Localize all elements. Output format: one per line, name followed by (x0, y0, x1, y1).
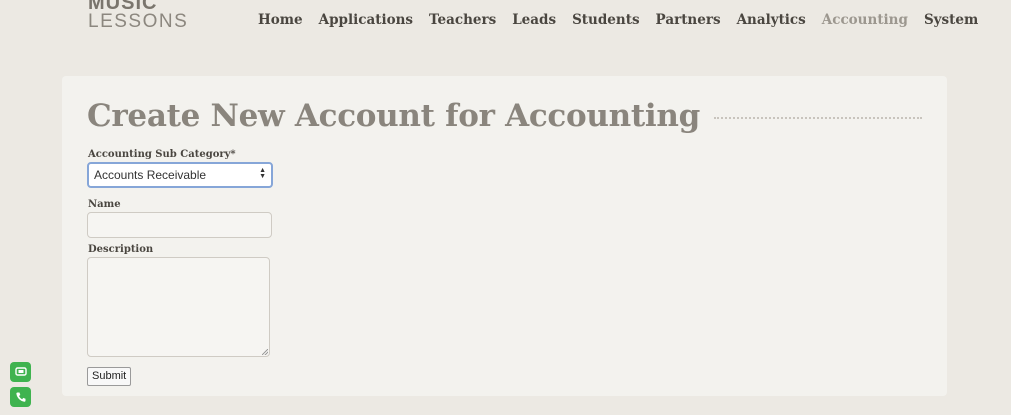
nav-leads[interactable]: Leads (512, 12, 556, 32)
nav-system[interactable]: System (924, 12, 978, 32)
subcategory-label: Accounting Sub Category* (88, 149, 236, 160)
subcategory-selected-value: Accounts Receivable (94, 168, 207, 182)
title-divider (713, 117, 922, 119)
logo[interactable]: MUSIC LESSONS (88, 0, 208, 30)
title-row: Create New Account for Accounting (87, 94, 922, 138)
nav-applications[interactable]: Applications (319, 12, 413, 32)
nav-accounting[interactable]: Accounting (822, 12, 908, 32)
main-nav: Home Applications Teachers Leads Student… (258, 12, 994, 32)
select-arrows-icon: ▲ ▼ (259, 167, 266, 180)
description-field[interactable] (87, 257, 270, 357)
logo-line-2: LESSONS (88, 11, 189, 31)
nav-home[interactable]: Home (258, 12, 303, 32)
subcategory-select[interactable]: Accounts Receivable ▲ ▼ (87, 162, 273, 188)
resize-grip-icon[interactable] (262, 349, 268, 355)
nav-students[interactable]: Students (572, 12, 639, 32)
submit-button[interactable]: Submit (87, 367, 132, 386)
phone-icon[interactable] (10, 387, 31, 407)
name-label: Name (88, 199, 121, 210)
page-title: Create New Account for Accounting (87, 98, 700, 134)
chat-icon[interactable] (10, 362, 31, 382)
name-field[interactable] (87, 212, 272, 238)
nav-partners[interactable]: Partners (656, 12, 721, 32)
nav-teachers[interactable]: Teachers (429, 12, 496, 32)
description-label: Description (88, 244, 154, 255)
form-panel: Create New Account for Accounting Accoun… (62, 76, 947, 396)
nav-analytics[interactable]: Analytics (737, 12, 806, 32)
